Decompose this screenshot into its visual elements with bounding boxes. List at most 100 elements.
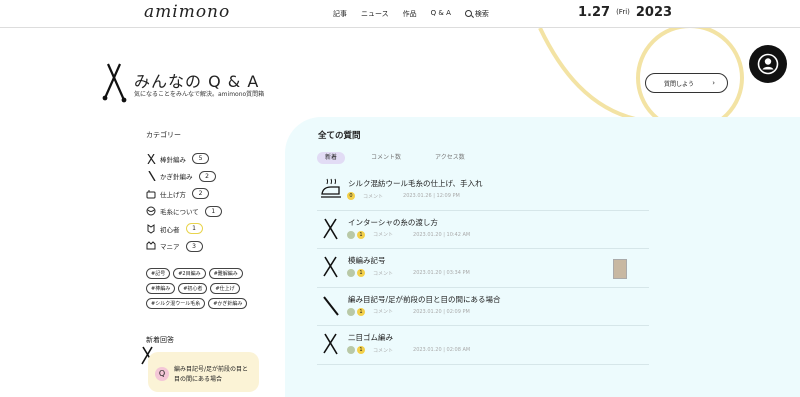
question-title[interactable]: 二目ゴム編み <box>348 332 393 343</box>
nav-search-label: 検索 <box>474 10 489 18</box>
category-item-finishing[interactable]: 仕上げ方 2 <box>146 185 222 203</box>
knitting-needles-icon <box>102 63 127 103</box>
comment-count: 1 <box>357 269 365 277</box>
question-title[interactable]: シルク混紡ウール毛糸の仕上げ、手入れ <box>348 178 482 189</box>
search-icon <box>464 10 472 17</box>
page-subtitle: 気になることをみんなで解決。amimono質問箱 <box>134 91 265 98</box>
category-count: 2 <box>198 170 216 182</box>
nav-item-search[interactable]: 検索 <box>464 9 489 19</box>
category-item-knitting[interactable]: 棒針編み 5 <box>146 150 222 168</box>
tag-item[interactable]: #シルク混ウール毛糸 <box>146 298 206 309</box>
user-icon <box>757 53 779 75</box>
question-list: シルク混紡ウール毛糸の仕上げ、手入れ 0 コメント 2023.01.26 | 1… <box>317 172 649 365</box>
sort-tabs: 新着 コメント数 アクセス数 <box>317 152 473 164</box>
category-label: 仕上げ方 <box>160 190 186 199</box>
category-count: 5 <box>192 153 209 165</box>
new-answer-card[interactable]: Q 編み目記号/足が前段の目と目の間にある場合 <box>148 352 259 392</box>
tag-item[interactable]: #かぎ針編み <box>208 298 248 309</box>
knitting-needles-icon <box>146 153 156 164</box>
question-title[interactable]: 編み目記号/足が前段の目と目の間にある場合 <box>348 294 501 305</box>
question-badge: Q <box>155 367 169 381</box>
date-weekday: (Fri) <box>616 8 630 16</box>
nav-item-news[interactable]: ニュース <box>361 9 389 19</box>
question-meta: 1 コメント 2023.01.20 | 10:42 AM <box>347 230 471 239</box>
comment-label: コメント <box>363 193 384 200</box>
question-meta: 1 コメント 2023.01.20 | 02:09 PM <box>347 307 470 316</box>
tag-item[interactable]: #初心者 <box>178 283 208 294</box>
comment-count: 1 <box>357 307 365 316</box>
question-date: 2023.01.26 | 12:09 PM <box>403 193 460 199</box>
tag-item[interactable]: #難解編み <box>208 268 243 279</box>
category-item-crochet[interactable]: かぎ針編み 2 <box>146 168 222 186</box>
comment-label: コメント <box>373 309 394 315</box>
site-header: amimono 記事 ニュース 作品 Q & A 検索 1.27 (Fri) 202… <box>0 0 800 28</box>
tab-access-count[interactable]: アクセス数 <box>427 152 473 164</box>
question-row[interactable]: 模編み記号 1 コメント 2023.01.20 | 03:34 PM <box>317 249 649 288</box>
avatar <box>347 307 355 316</box>
question-row[interactable]: 二目ゴム編み 1 コメント 2023.01.20 | 02:08 AM <box>317 326 649 365</box>
question-row[interactable]: インターシャの糸の渡し方 1 コメント 2023.01.20 | 10:42 A… <box>317 211 649 249</box>
crochet-hook-icon <box>323 295 339 316</box>
nav-item-works[interactable]: 作品 <box>403 9 417 19</box>
user-account-button[interactable] <box>749 45 787 83</box>
question-title[interactable]: インターシャの糸の渡し方 <box>348 217 438 228</box>
category-count: 3 <box>185 240 203 252</box>
comment-count: 0 <box>347 192 355 200</box>
ask-question-button[interactable]: 質問しよう › <box>645 73 728 93</box>
question-date: 2023.01.20 | 02:09 PM <box>413 308 470 315</box>
date-month-day: 1.27 <box>578 5 611 20</box>
category-list: 棒針編み 5 かぎ針編み 2 仕上げ方 2 毛糸について 1 初心者 1 マニア… <box>146 150 222 255</box>
category-count: 2 <box>192 188 209 200</box>
comment-count: 1 <box>357 230 365 239</box>
category-item-yarn[interactable]: 毛糸について 1 <box>146 203 222 221</box>
tag-item[interactable]: #棒編み <box>146 283 176 294</box>
knitting-needles-icon <box>323 333 338 355</box>
nav-item-qa[interactable]: Q & A <box>431 9 451 19</box>
category-count: 1 <box>185 223 203 235</box>
category-label: マニア <box>160 243 180 252</box>
question-meta: 0 コメント 2023.01.26 | 12:09 PM <box>347 192 460 200</box>
date-year: 2023 <box>635 5 673 20</box>
question-date: 2023.01.20 | 02:08 AM <box>413 347 471 353</box>
tag-item[interactable]: #仕上げ <box>210 283 240 294</box>
tag-item[interactable]: #2目編み <box>173 268 206 279</box>
question-meta: 1 コメント 2023.01.20 | 02:08 AM <box>347 346 470 354</box>
category-label: かぎ針編み <box>160 173 193 182</box>
question-row[interactable]: 編み目記号/足が前段の目と目の間にある場合 1 コメント 2023.01.20 … <box>317 288 649 326</box>
category-count: 1 <box>204 205 222 217</box>
knitting-needles-icon <box>323 256 338 278</box>
category-label: 棒針編み <box>160 155 186 164</box>
question-date: 2023.01.20 | 03:34 PM <box>413 270 470 276</box>
beginner-icon <box>146 223 156 234</box>
nav-item-articles[interactable]: 記事 <box>333 9 347 19</box>
ask-question-label: 質問しよう <box>664 80 695 88</box>
question-title[interactable]: 模編み記号 <box>348 255 386 266</box>
yarn-icon <box>146 206 156 216</box>
chevron-right-icon: › <box>712 79 715 87</box>
question-thumbnail[interactable] <box>613 259 627 279</box>
mania-icon <box>146 241 156 251</box>
category-label: 毛糸について <box>160 208 199 217</box>
site-logo[interactable]: amimono <box>144 2 230 22</box>
questions-heading: 全ての質問 <box>318 131 361 141</box>
tab-newest[interactable]: 新着 <box>317 152 346 164</box>
new-answers-heading: 新着回答 <box>146 336 174 344</box>
avatar <box>347 346 355 354</box>
new-answer-title: 編み目記号/足が前段の目と目の間にある場合 <box>174 366 249 383</box>
category-item-beginner[interactable]: 初心者 1 <box>146 220 222 238</box>
comment-count: 1 <box>357 346 365 354</box>
knitting-needles-icon <box>323 218 338 239</box>
avatar <box>347 230 355 239</box>
question-date: 2023.01.20 | 10:42 AM <box>413 231 471 238</box>
category-heading: カテゴリー <box>146 131 181 139</box>
comment-label: コメント <box>373 270 394 277</box>
comment-label: コメント <box>373 347 394 354</box>
comment-label: コメント <box>373 232 394 238</box>
tab-comment-count[interactable]: コメント数 <box>363 152 409 164</box>
question-row[interactable]: シルク混紡ウール毛糸の仕上げ、手入れ 0 コメント 2023.01.26 | 1… <box>317 172 649 211</box>
tag-item[interactable]: #記号 <box>146 268 171 279</box>
finishing-icon <box>146 189 156 199</box>
category-item-mania[interactable]: マニア 3 <box>146 238 222 256</box>
question-meta: 1 コメント 2023.01.20 | 03:34 PM <box>347 269 470 277</box>
tag-list: #記号 #2目編み #難解編み #棒編み #初心者 #仕上げ #シルク混ウール毛… <box>146 268 266 309</box>
